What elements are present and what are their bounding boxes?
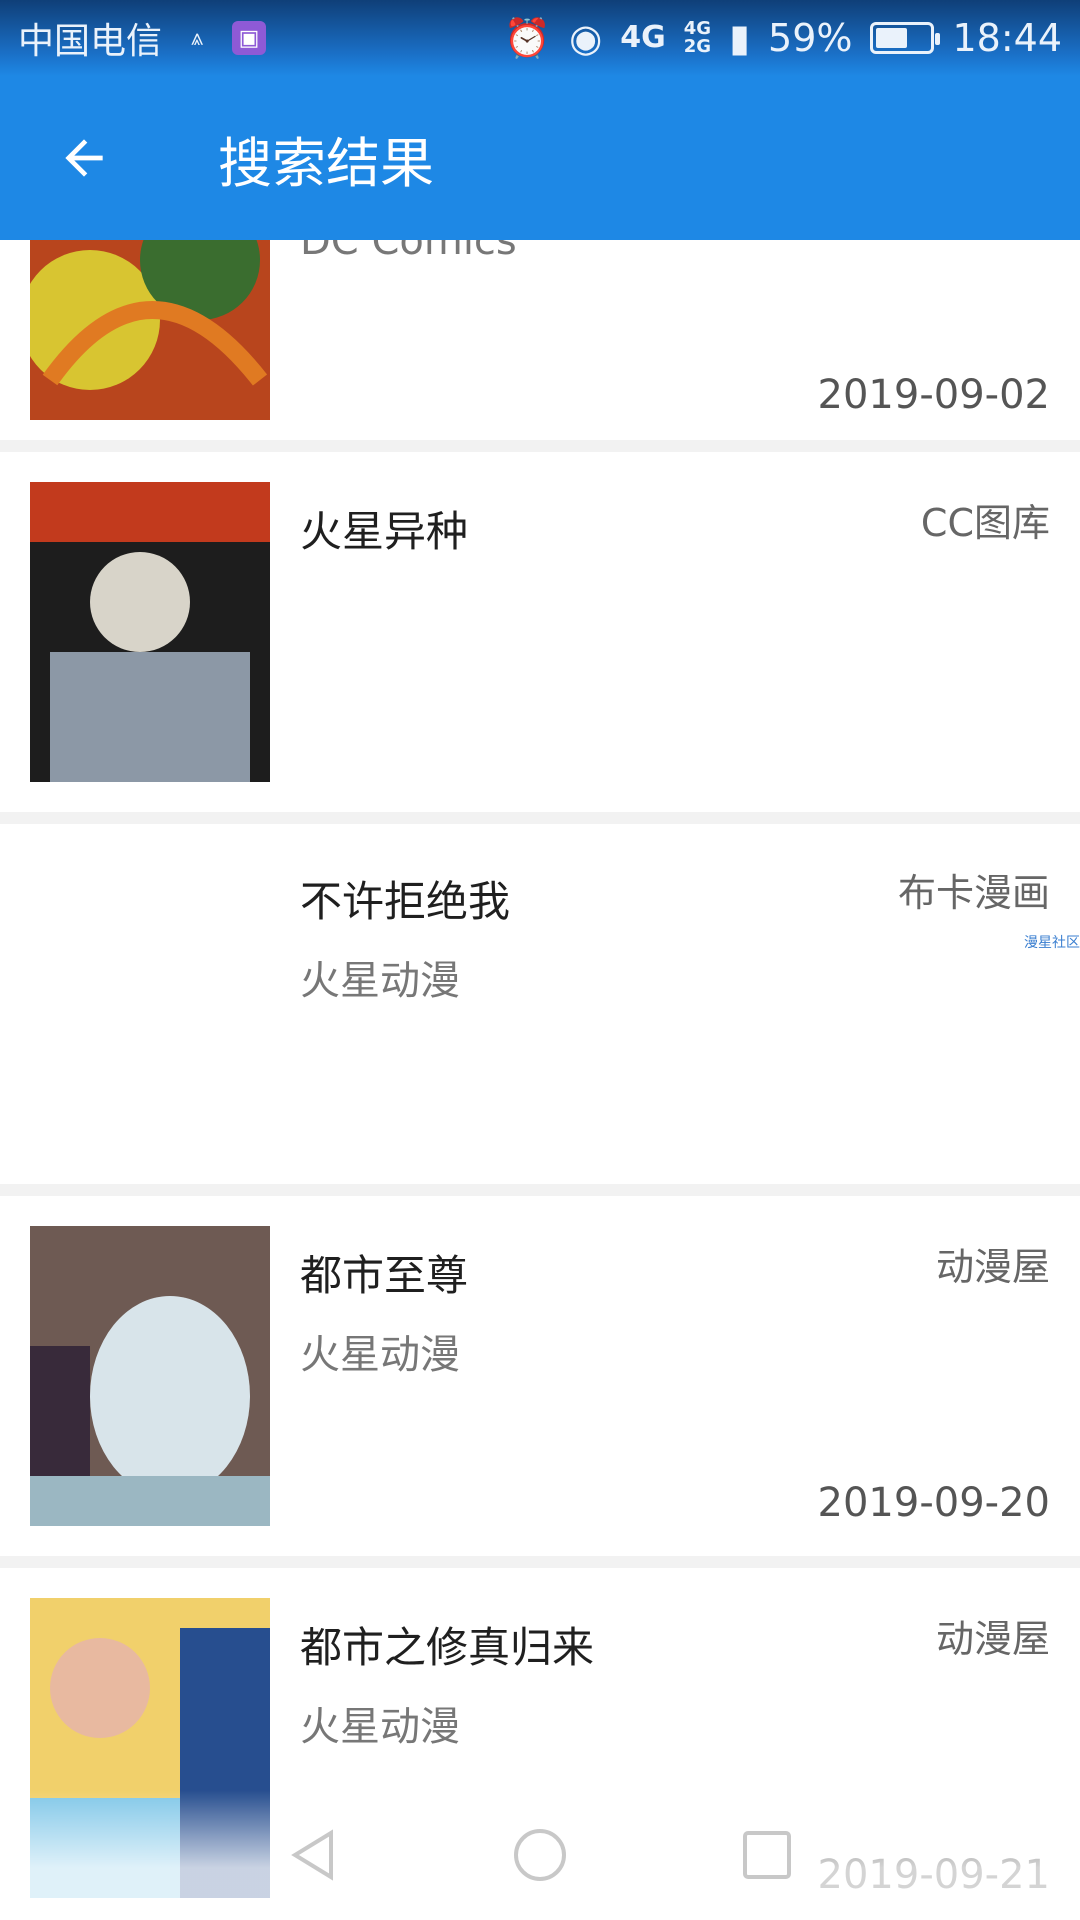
cover-art [30,240,270,420]
result-date: 2019-09-02 [817,372,1050,418]
page-title: 搜索结果 [218,131,434,195]
upload-icon: ⩓ [190,25,204,51]
result-title: 都市至尊 [300,1251,469,1300]
result-author: 火星动漫 [300,1704,460,1750]
battery-level-fill [876,28,908,48]
result-title: 火星异种 [300,507,469,556]
gallery-notification-icon: ▣ [232,21,267,55]
triangle-back-icon [291,1829,334,1881]
result-source: 动漫屋 [935,1245,1050,1289]
signal-icon: ▮ [729,16,751,60]
result-item[interactable]: 不许拒绝我 布卡漫画 火星动漫 漫星社区 [0,824,1080,1196]
arrow-left-icon [65,139,103,177]
battery-percent: 59% [768,16,853,60]
result-source: CC图库 [920,501,1050,545]
result-author: 火星动漫 [300,958,460,1004]
battery-icon [870,22,941,54]
eye-comfort-icon: ◉ [569,16,603,60]
cover-image[interactable] [30,1226,270,1526]
nav-back-button[interactable] [273,1815,353,1895]
result-source: 动漫屋 [935,1617,1050,1661]
cover-image[interactable] [30,240,270,420]
network-type-main: 4G [620,20,666,55]
screen: 中国电信 ⩓ ▣ ⏰ ◉ 4G 4G 2G ▮ 59% 18:44 搜索结果 D… [0,0,1080,1920]
result-date: 2019-09-20 [817,1480,1050,1526]
cover-art [30,482,270,782]
status-bar: 中国电信 ⩓ ▣ ⏰ ◉ 4G 4G 2G ▮ 59% 18:44 [0,0,1080,76]
result-source: 布卡漫画 [897,871,1050,915]
search-results-list[interactable]: DC Comics 2019-09-02 火星异种 CC图库 不许拒绝我 布卡漫… [0,240,1080,1920]
clock: 18:44 [952,16,1062,60]
circle-home-icon [513,1829,566,1881]
alarm-icon: ⏰ [503,16,552,60]
status-left: 中国电信 ⩓ ▣ [18,12,267,64]
result-author: DC Comics [300,240,517,264]
app-bar: 搜索结果 [0,76,1080,240]
result-item[interactable]: DC Comics 2019-09-02 [0,240,1080,452]
network-type-stack: 4G 2G [684,20,711,56]
result-author: 火星动漫 [300,1332,460,1378]
result-item[interactable]: 都市至尊 动漫屋 火星动漫 2019-09-20 [0,1196,1080,1568]
system-nav-bar [0,1790,1080,1920]
nav-home-button[interactable] [500,1815,580,1895]
carrier-label: 中国电信 [18,21,163,62]
square-recents-icon [742,1831,791,1879]
result-title: 不许拒绝我 [300,877,511,926]
watermark-text: 漫星社区 [1024,935,1080,951]
cover-art [30,1226,270,1526]
network-type-bottom: 2G [683,36,712,57]
nav-recents-button[interactable] [727,1815,807,1895]
back-button[interactable] [24,98,144,218]
result-item[interactable]: 火星异种 CC图库 [0,452,1080,824]
status-right: ⏰ ◉ 4G 4G 2G ▮ 59% 18:44 [504,16,1062,60]
result-title: 都市之修真归来 [300,1623,595,1672]
cover-image[interactable] [30,482,270,782]
